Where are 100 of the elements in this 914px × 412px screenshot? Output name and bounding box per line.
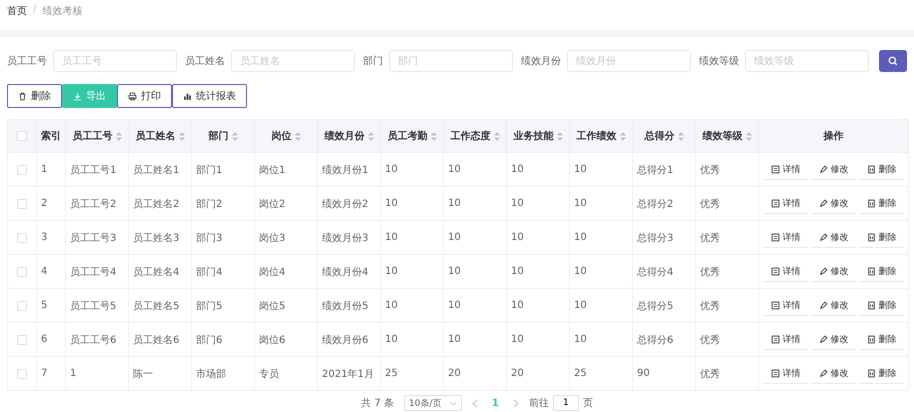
row-checkbox[interactable]	[17, 334, 27, 345]
table-cell: 10	[448, 198, 461, 210]
trash-icon	[866, 198, 876, 208]
sort-icon[interactable]	[430, 132, 436, 141]
table-cell: 绩效月份3	[322, 232, 368, 244]
document-icon	[770, 368, 780, 378]
document-icon	[770, 266, 780, 276]
sort-icon[interactable]	[678, 132, 684, 141]
table-cell: 优秀	[700, 164, 720, 176]
search-field[interactable]: 员工工号	[53, 50, 177, 72]
table-cell: 员工姓名6	[133, 334, 180, 346]
table-cell: 90	[637, 368, 650, 380]
delete-button[interactable]: 删除	[7, 84, 62, 108]
table-cell: 岗位2	[259, 198, 286, 210]
sort-icon[interactable]	[294, 132, 300, 141]
select-all-checkbox[interactable]	[17, 131, 27, 142]
table-cell: 10	[574, 334, 587, 346]
table-cell: 部门6	[196, 334, 222, 346]
table-cell: 优秀	[700, 266, 720, 278]
search-field[interactable]: 绩效月份	[567, 50, 691, 72]
column-header: 绩效等级	[702, 130, 742, 144]
table-cell: 10	[448, 164, 461, 176]
table-cell: 25	[574, 368, 587, 380]
column-header: 岗位	[272, 130, 292, 144]
goto-label: 前往	[528, 396, 549, 410]
pencil-icon	[818, 232, 828, 242]
sort-icon[interactable]	[746, 132, 752, 141]
table-cell: 4	[41, 266, 48, 278]
table-cell: 部门4	[196, 266, 222, 278]
search-field[interactable]: 绩效等级	[745, 50, 869, 72]
goto-page-field[interactable]: 1	[552, 395, 579, 412]
field-label: 部门	[363, 54, 383, 68]
table-cell: 10	[385, 334, 398, 346]
print-button[interactable]: 打印	[117, 84, 172, 108]
sort-icon[interactable]	[178, 132, 184, 141]
table-cell: 员工姓名3	[133, 232, 180, 244]
table-cell: 部门1	[196, 164, 222, 176]
row-checkbox[interactable]	[17, 232, 27, 243]
search-field[interactable]: 部门	[389, 50, 513, 72]
sort-icon[interactable]	[494, 132, 500, 141]
table-cell: 10	[385, 198, 398, 210]
page-size-select[interactable]: 10条/页	[404, 395, 462, 412]
trash-icon	[866, 266, 876, 276]
table-cell: 10	[448, 334, 461, 346]
document-icon	[770, 198, 780, 208]
pencil-icon	[818, 198, 828, 208]
table-cell: 员工姓名5	[133, 300, 180, 312]
table-cell: 10	[511, 164, 524, 176]
column-header: 员工考勤	[388, 130, 428, 144]
pencil-icon	[818, 164, 828, 174]
trash-icon	[866, 334, 876, 344]
row-checkbox[interactable]	[17, 368, 27, 379]
previous-page-button[interactable]	[472, 398, 478, 408]
table-cell: 绩效月份6	[322, 334, 368, 346]
table-cell: 专员	[259, 368, 279, 380]
table-cell: 10	[385, 164, 398, 176]
field-label: 绩效等级	[699, 54, 739, 68]
sort-icon[interactable]	[620, 132, 626, 141]
table-cell: 10	[511, 266, 524, 278]
breadcrumb-separator: /	[33, 4, 36, 15]
document-icon	[770, 232, 780, 242]
pencil-icon	[818, 368, 828, 378]
table-cell: 10	[448, 300, 461, 312]
table-cell: 绩效月份2	[322, 198, 368, 210]
table-cell: 陈一	[133, 368, 153, 380]
report-button[interactable]: 统计报表	[172, 84, 247, 108]
table-cell: 1	[70, 368, 76, 380]
search-button[interactable]	[879, 50, 907, 72]
table-cell: 2021年1月	[322, 368, 374, 380]
table-cell: 岗位6	[259, 334, 286, 346]
table-cell: 员工工号2	[70, 198, 116, 210]
trash-icon	[866, 164, 876, 174]
breadcrumb-link[interactable]: 首页	[7, 4, 27, 18]
sort-icon[interactable]	[368, 132, 374, 141]
table-cell: 优秀	[700, 232, 720, 244]
column-header: 工作态度	[450, 129, 490, 144]
sort-icon[interactable]	[116, 132, 122, 141]
row-checkbox[interactable]	[17, 164, 27, 175]
chevron-down-icon	[450, 400, 457, 406]
table-cell: 10	[574, 198, 587, 210]
sort-icon[interactable]	[232, 132, 238, 141]
row-checkbox[interactable]	[17, 198, 27, 209]
table-cell: 优秀	[700, 368, 720, 380]
search-field[interactable]: 员工姓名	[231, 50, 355, 72]
table-cell: 绩效月份1	[322, 164, 368, 176]
table-cell: 10	[385, 266, 398, 278]
table-cell: 总得分2	[637, 198, 674, 210]
table-cell: 10	[385, 300, 398, 312]
row-checkbox[interactable]	[17, 266, 27, 277]
column-header: 绩效月份	[324, 130, 364, 144]
row-checkbox[interactable]	[17, 300, 27, 311]
table-cell: 10	[511, 232, 524, 244]
table-cell: 绩效月份4	[322, 266, 368, 278]
field-label: 绩效月份	[521, 54, 561, 68]
table-cell: 10	[448, 232, 461, 244]
next-page-button[interactable]	[512, 398, 519, 408]
page-suffix: 页	[582, 397, 593, 410]
sort-icon[interactable]	[556, 132, 562, 141]
column-header: 操作	[824, 130, 844, 144]
trash-icon	[866, 232, 876, 242]
